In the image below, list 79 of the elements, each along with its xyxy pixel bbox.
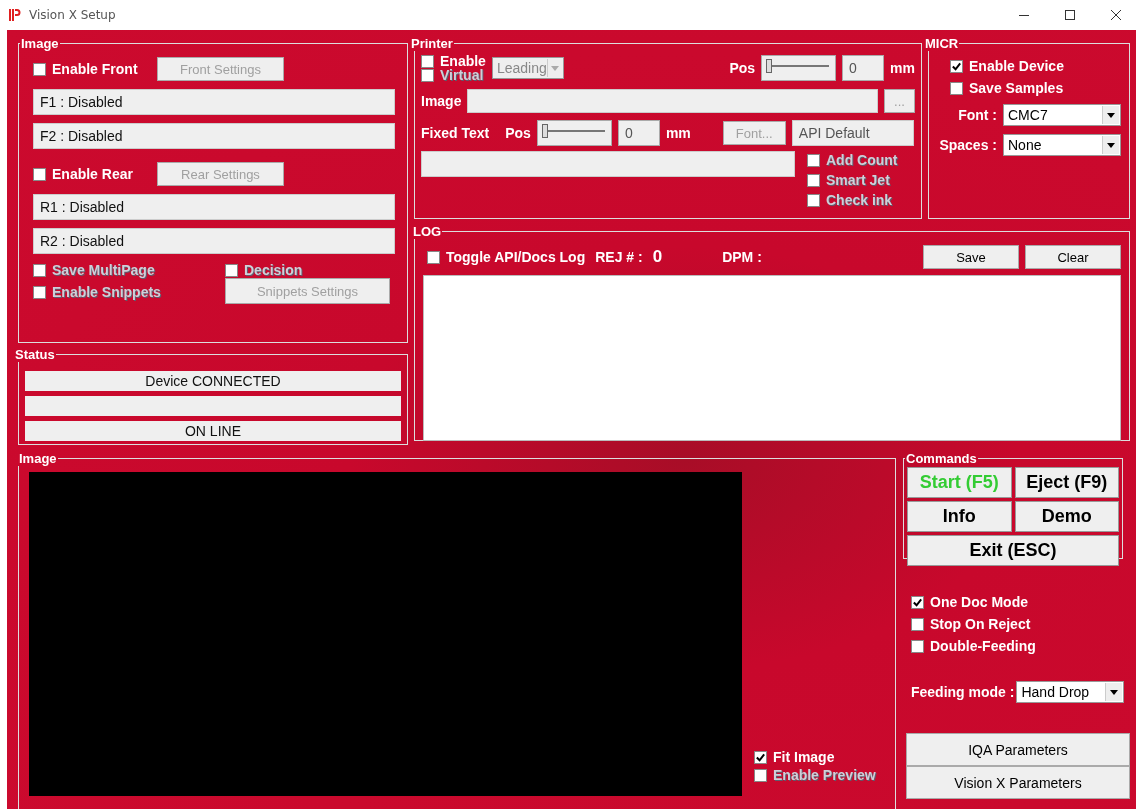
command-button[interactable]: Info (907, 501, 1012, 532)
unit-label: mm (665, 125, 691, 141)
group-title: Status (14, 347, 56, 362)
checkbox-label: Enable Front (52, 61, 138, 77)
checkbox-label: Enable Preview (773, 767, 876, 783)
maximize-icon[interactable] (1064, 9, 1076, 21)
pos-label: Pos (505, 125, 531, 141)
checkbox[interactable] (911, 617, 924, 631)
window-title: Vision X Setup (29, 8, 116, 22)
checkbox-label: Add Count (826, 152, 898, 168)
checkbox[interactable] (421, 54, 434, 68)
checkbox-label: Enable Device (969, 58, 1064, 74)
image-path-field[interactable] (467, 89, 878, 113)
checkbox[interactable] (911, 639, 924, 653)
checkbox-label: One Doc Mode (930, 594, 1028, 610)
fixed-text-label: Fixed Text (421, 125, 490, 141)
pos-value-field[interactable]: 0 (842, 55, 885, 81)
parameters-button[interactable]: IQA Parameters (906, 733, 1130, 766)
pos-value-field[interactable]: 0 (617, 120, 660, 146)
checkbox-label: Check ink (826, 192, 893, 208)
font-label: Font : (957, 107, 997, 123)
checkbox-label: Save Samples (969, 80, 1064, 96)
close-icon[interactable] (1110, 9, 1122, 21)
group-title: MICR (924, 36, 960, 51)
group-title: Commands (905, 451, 978, 466)
filter-field: F2 : Disabled (33, 123, 395, 149)
fixed-text-field[interactable] (421, 151, 795, 177)
checkbox-label: Decision (244, 262, 303, 278)
feeding-mode-label: Feeding mode : (911, 684, 1015, 700)
caret-icon (1102, 106, 1119, 124)
spaces-dropdown[interactable]: None (1003, 134, 1121, 156)
group-title: Image (20, 36, 60, 51)
checkbox-label: Save MultiPage (52, 262, 155, 278)
checkbox[interactable] (754, 750, 767, 764)
group-title: LOG (412, 224, 443, 239)
checkbox[interactable] (950, 59, 963, 73)
log-button[interactable]: Clear (1025, 245, 1121, 269)
caret-icon (1105, 683, 1123, 701)
checkbox[interactable] (911, 595, 924, 609)
group-title: Image (18, 451, 58, 466)
filter-field: R1 : Disabled (33, 194, 395, 220)
image-label: Image (421, 93, 462, 109)
unit-label: mm (890, 60, 915, 76)
checkbox-label: Double-Feeding (930, 638, 1036, 654)
checkbox-label: Stop On Reject (930, 616, 1031, 632)
command-button[interactable]: Exit (ESC) (907, 535, 1119, 566)
pos-label: Pos (729, 60, 756, 76)
rej-count: 0 (652, 247, 663, 267)
logo-icon (9, 9, 21, 21)
log-button[interactable]: Save (923, 245, 1019, 269)
font-name-field: API Default (791, 120, 914, 146)
group-title: Printer (410, 36, 454, 51)
feeding-mode-dropdown[interactable]: Hand Drop (1016, 681, 1125, 703)
rej-label: REJ # : (595, 249, 643, 265)
filter-field: R2 : Disabled (33, 228, 395, 254)
command-button[interactable]: Eject (F9) (1014, 467, 1119, 498)
checkbox[interactable] (427, 250, 440, 264)
parameters-button[interactable]: Vision X Parameters (906, 766, 1130, 799)
checkbox-label: Smart Jet (826, 172, 890, 188)
position-slider[interactable] (761, 55, 837, 81)
checkbox[interactable] (33, 62, 46, 76)
checkbox-label: Enable (440, 54, 486, 68)
filter-field: F1 : Disabled (33, 89, 395, 115)
spaces-label: Spaces : (938, 137, 997, 153)
caret-icon (1102, 136, 1119, 154)
checkbox-label: Toggle API/Docs Log (446, 249, 586, 265)
font-dropdown[interactable]: CMC7 (1003, 104, 1121, 126)
caret-icon (546, 59, 562, 77)
dpm-label: DPM : (722, 249, 762, 265)
checkbox[interactable] (950, 81, 963, 95)
slider-thumb[interactable] (766, 59, 773, 73)
command-button[interactable]: Demo (1014, 501, 1119, 532)
position-slider[interactable] (536, 120, 612, 146)
checkbox-label: Enable Rear (52, 166, 133, 182)
checkbox-label: Enable Snippets (52, 284, 161, 300)
checkbox[interactable] (33, 167, 46, 181)
slider-thumb[interactable] (541, 124, 548, 138)
checkbox-label: Virtual (440, 68, 484, 82)
checkbox-label: Fit Image (773, 749, 835, 765)
